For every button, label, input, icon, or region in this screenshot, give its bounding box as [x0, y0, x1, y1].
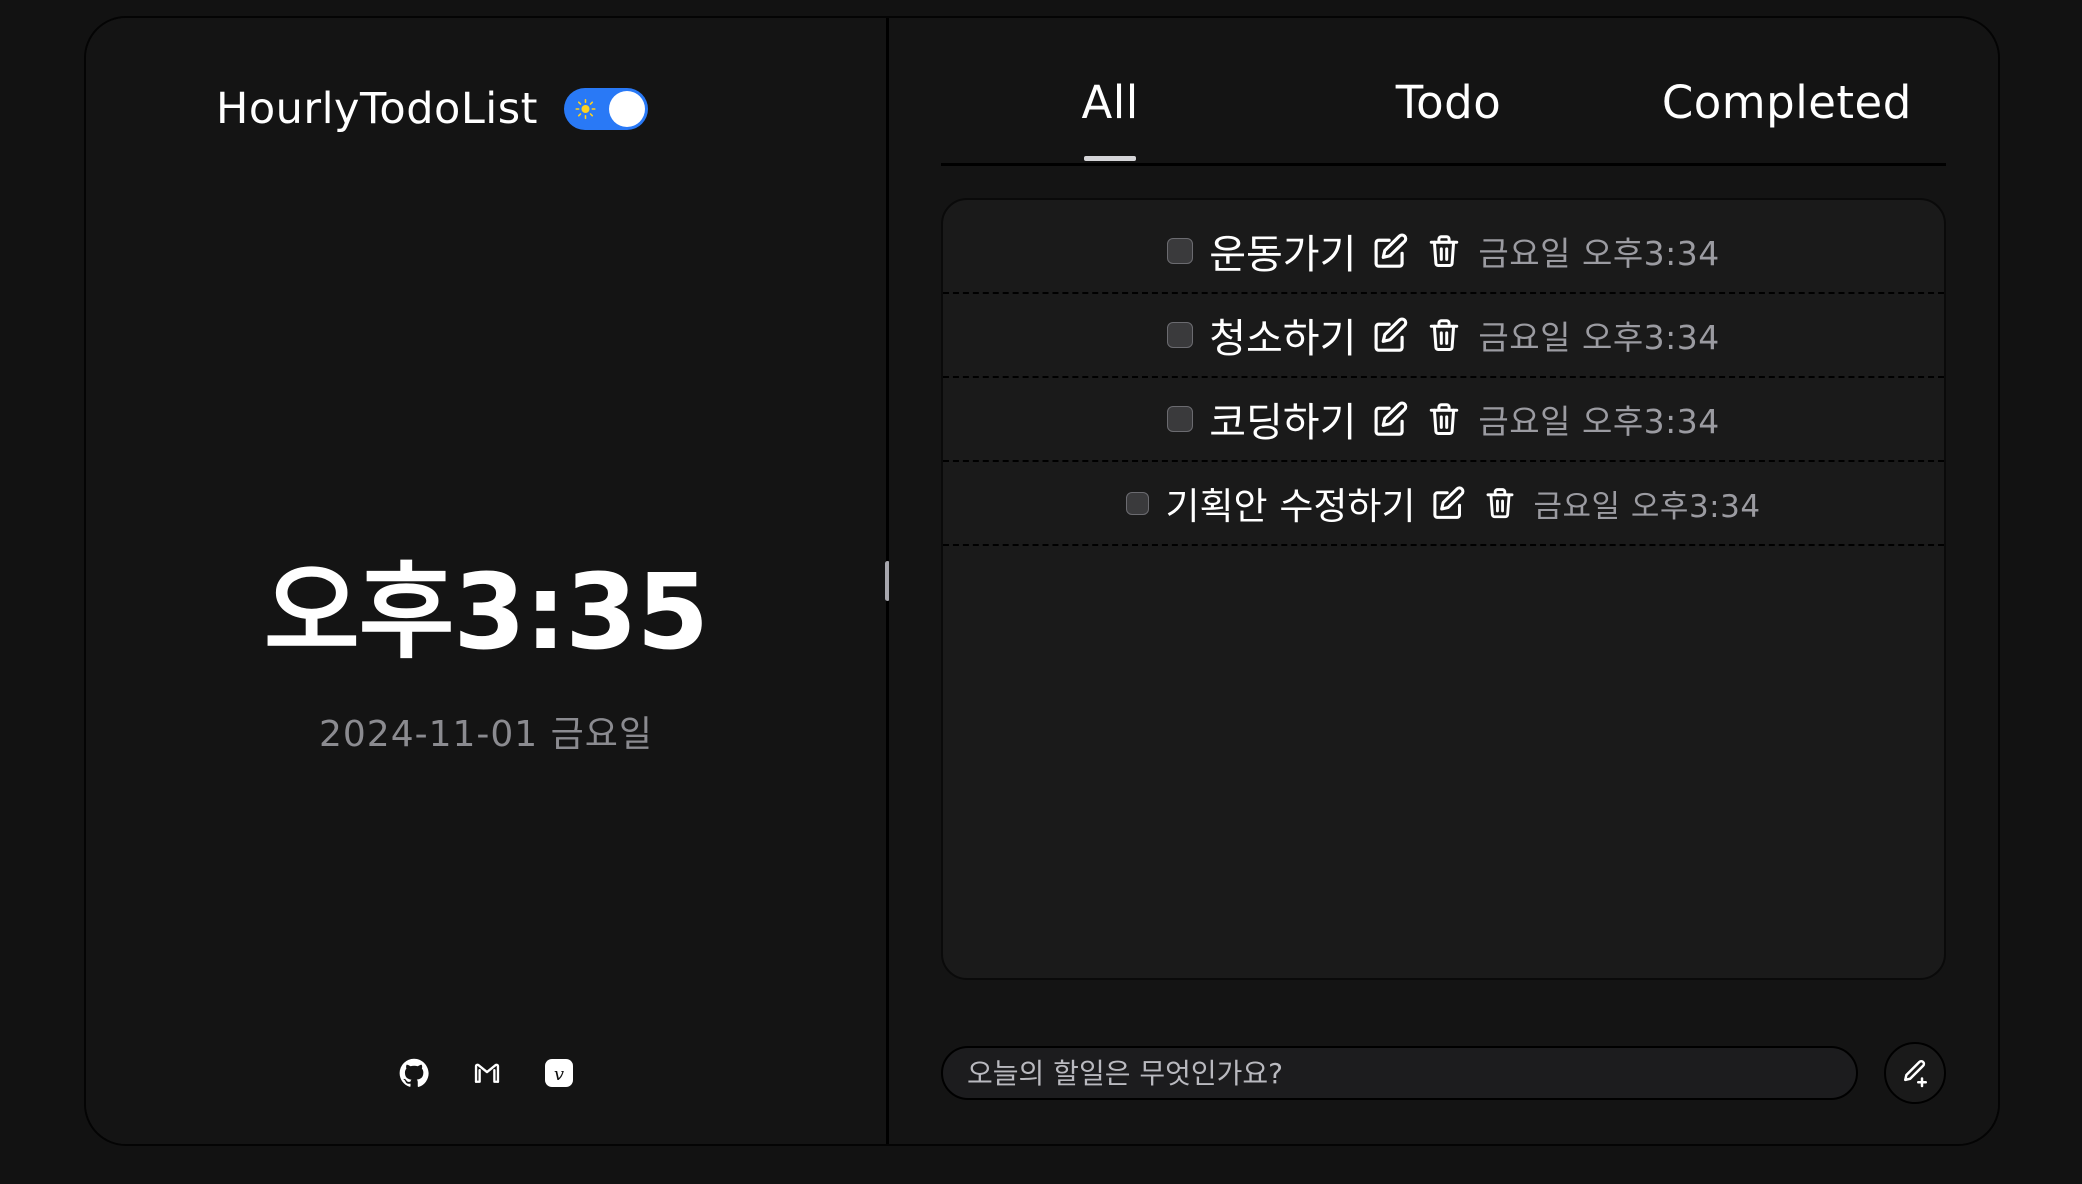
edit-icon[interactable]	[1372, 232, 1410, 270]
todo-text: 운동가기	[1209, 232, 1357, 278]
todo-checkbox[interactable]	[1167, 322, 1194, 348]
edit-icon[interactable]	[1431, 485, 1467, 521]
velog-icon[interactable]: v	[545, 1059, 573, 1091]
delete-icon[interactable]	[1426, 233, 1462, 269]
tab-completed-label: Completed	[1661, 76, 1912, 129]
todo-checkbox[interactable]	[1167, 238, 1194, 264]
todo-checkbox[interactable]	[1126, 491, 1150, 515]
brand-row: HourlyTodoList	[86, 18, 886, 134]
todo-input[interactable]	[941, 1046, 1858, 1100]
todo-timestamp: 금요일 오후3:34	[1478, 318, 1720, 357]
footer-links: v	[86, 1058, 886, 1092]
edit-icon[interactable]	[1372, 316, 1410, 354]
sun-icon	[575, 98, 596, 120]
app-card: HourlyTodoList 오후3:35 2024-11-01 금요일 v A…	[84, 16, 2000, 1146]
tab-all[interactable]: All	[941, 76, 1279, 161]
page-title: HourlyTodoList	[216, 84, 539, 134]
table-row[interactable]: 기획안 수정하기 금요일 오후3:34	[943, 462, 1944, 546]
todo-list: 운동가기 금요일 오후3:34 청소하기 금요일 오후3:34 코딩하기 금요일…	[941, 198, 1946, 980]
delete-icon[interactable]	[1426, 401, 1462, 437]
add-todo-button[interactable]	[1884, 1042, 1946, 1104]
tab-bar: All Todo Completed	[931, 18, 1956, 161]
theme-toggle[interactable]	[564, 88, 649, 130]
left-panel: HourlyTodoList 오후3:35 2024-11-01 금요일 v	[86, 18, 886, 1144]
table-row[interactable]: 운동가기 금요일 오후3:34	[943, 210, 1944, 294]
todo-timestamp: 금요일 오후3:34	[1533, 488, 1761, 525]
tab-separator	[941, 163, 1946, 166]
todo-text: 기획안 수정하기	[1165, 485, 1416, 528]
tab-all-label: All	[1081, 76, 1139, 129]
edit-icon[interactable]	[1372, 400, 1410, 438]
tab-todo[interactable]: Todo	[1279, 76, 1617, 155]
tab-todo-label: Todo	[1395, 76, 1502, 129]
table-row[interactable]: 청소하기 금요일 오후3:34	[943, 294, 1944, 378]
add-todo-row	[931, 1042, 1956, 1104]
toggle-knob	[609, 91, 646, 127]
todo-timestamp: 금요일 오후3:34	[1478, 402, 1720, 441]
clock-block: 오후3:35 2024-11-01 금요일	[86, 551, 886, 757]
delete-icon[interactable]	[1426, 317, 1462, 353]
table-row[interactable]: 코딩하기 금요일 오후3:34	[943, 378, 1944, 462]
clock-date: 2024-11-01 금요일	[318, 714, 654, 756]
svg-text:v: v	[554, 1064, 564, 1085]
todo-timestamp: 금요일 오후3:34	[1478, 234, 1720, 273]
tab-active-underline	[1084, 156, 1137, 161]
todo-text: 코딩하기	[1209, 400, 1357, 446]
todo-text: 청소하기	[1209, 316, 1357, 362]
github-icon[interactable]	[399, 1058, 429, 1092]
tab-completed[interactable]: Completed	[1618, 76, 1956, 155]
clock-time: 오후3:35	[263, 551, 709, 673]
right-panel: All Todo Completed 운동가기 금요일 오후3:34 청소하기 …	[889, 18, 1998, 1144]
gmail-icon[interactable]	[473, 1059, 501, 1091]
delete-icon[interactable]	[1483, 486, 1517, 520]
todo-checkbox[interactable]	[1167, 406, 1194, 432]
